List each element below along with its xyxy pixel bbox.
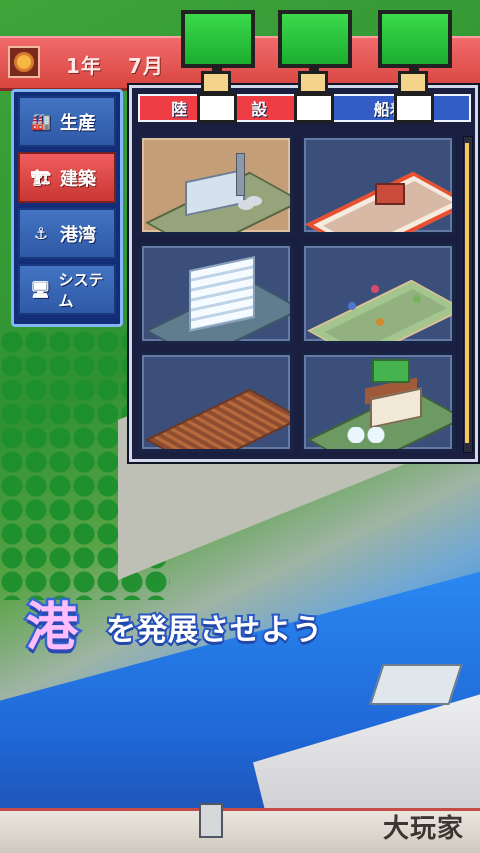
watermark: 大玩家: [382, 814, 464, 844]
panel-scrollbar[interactable]: [463, 136, 473, 453]
office-illustration: [142, 246, 290, 341]
building-card-house[interactable]: [301, 351, 455, 452]
building-card-station[interactable]: [301, 135, 455, 236]
promo-sub-text: を発展させよう: [104, 611, 324, 650]
sidebar-item-production[interactable]: 🏭 生産: [18, 96, 116, 147]
sidebar-item-harbor-label: 港湾: [60, 224, 96, 246]
building-card-office[interactable]: [139, 243, 293, 344]
mooring-post: [199, 803, 223, 838]
sidebar-item-construction[interactable]: 🏗 建築: [18, 152, 116, 203]
worker-with-sign: [173, 7, 263, 129]
ship-deck-illustration: [369, 664, 463, 705]
monitor-icon: 🖥: [30, 280, 51, 299]
promo-text: 港 を発展させよう: [23, 585, 456, 661]
construction-panel: 陸 設 船着: [129, 85, 478, 462]
sidebar-item-production-label: 生産: [60, 112, 96, 134]
building-grid: [139, 135, 455, 452]
factory-illustration: [142, 138, 290, 233]
worker-with-sign: [270, 7, 360, 129]
sidebar-item-system[interactable]: 🖥 システム: [18, 264, 116, 315]
date-month: 7月: [128, 54, 164, 78]
factory-icon: 🏭: [31, 112, 51, 131]
house-illustration: [304, 355, 452, 449]
sidebar-item-construction-label: 建築: [60, 168, 96, 190]
category-sidebar: 🏭 生産 🏗 建築 ⚓ 港湾 🖥 システム: [11, 89, 123, 327]
construction-icon: 🏗: [30, 168, 52, 187]
game-screen: 1年 7月 🏭 生産 🏗 建築 ⚓ 港湾 🖥 システム 陸 設 船着 港 を発展…: [0, 0, 480, 853]
game-logo-icon: [8, 46, 40, 78]
park-illustration: [304, 246, 452, 341]
building-card-farm[interactable]: [139, 351, 293, 452]
building-card-factory[interactable]: [139, 135, 293, 236]
sidebar-item-harbor[interactable]: ⚓ 港湾: [18, 208, 116, 259]
date-year: 1年: [66, 54, 102, 78]
building-card-park[interactable]: [301, 243, 455, 344]
anchor-icon: ⚓: [33, 224, 49, 243]
farm-illustration: [142, 355, 290, 449]
promo-main-text: 港: [23, 596, 80, 661]
station-illustration: [304, 138, 452, 233]
worker-with-sign: [370, 7, 460, 129]
sidebar-item-system-label: システム: [58, 270, 104, 310]
panel-scroll-thumb[interactable]: [465, 143, 469, 443]
